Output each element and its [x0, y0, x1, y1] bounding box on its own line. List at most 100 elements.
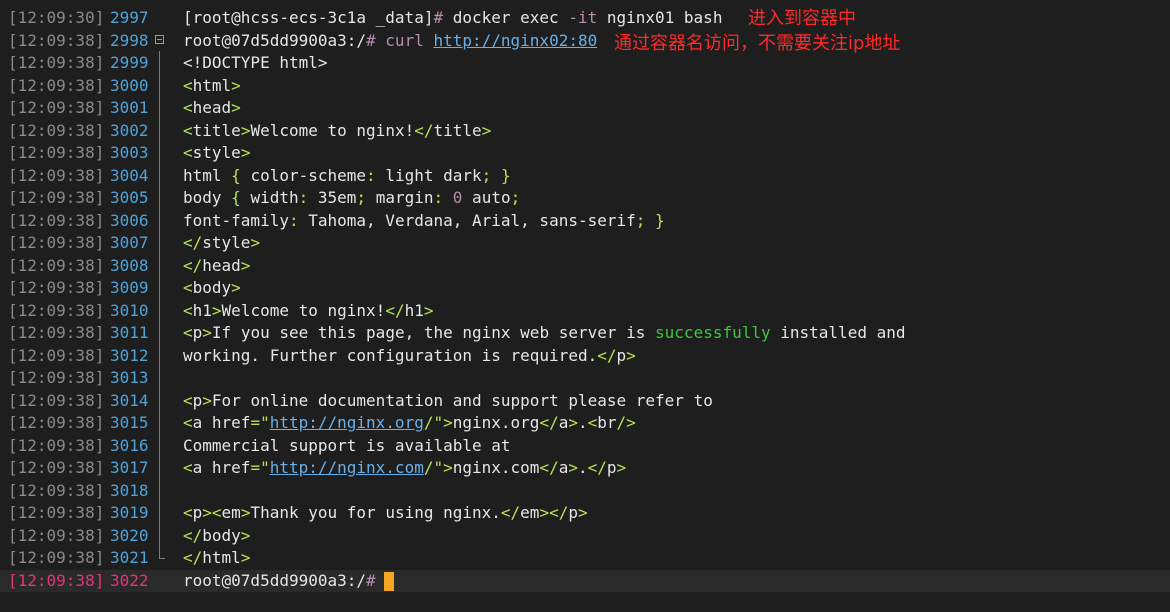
terminal-line: [12:09:38] 3006 font-family: Tahoma, Verda…	[0, 210, 1170, 233]
terminal-line: [12:09:38] 3011 <p>If you see this page, t…	[0, 322, 1170, 345]
text-segment: a	[558, 413, 569, 432]
text-segment: nginx.com	[452, 458, 540, 477]
line-timestamp: [12:09:38]	[8, 300, 105, 320]
terminal-line: [12:09:38] 3014 <p>For online documentatio…	[0, 390, 1170, 413]
terminal-line: [12:09:38] 3007 </style>	[0, 232, 1170, 255]
annotation-access-by-name: 通过容器名访问，不需要关注ip地址	[614, 33, 901, 54]
text-segment: {	[231, 188, 241, 207]
terminal-window[interactable]: [12:09:30] 2997 [root@hcss-ecs-3c1a _data]…	[0, 0, 1170, 612]
line-timestamp: [12:09:38]	[8, 503, 105, 522]
terminal-line: [12:09:38] 3015 <a href="http://nginx.org/…	[0, 412, 1170, 435]
text-segment: }	[655, 210, 665, 230]
text-segment: >	[240, 548, 251, 567]
text-segment: </	[183, 525, 203, 545]
collapse-icon[interactable]	[155, 34, 164, 44]
text-segment: 0	[452, 188, 463, 207]
text-segment: br	[597, 413, 617, 432]
url-link[interactable]: http://nginx.com	[270, 458, 424, 477]
text-segment: p	[192, 390, 203, 410]
text-segment: /"	[423, 413, 444, 432]
line-timestamp: [12:09:38]	[8, 435, 105, 455]
text-segment: ;	[356, 188, 367, 207]
line-number: 3021	[110, 548, 149, 567]
text-segment: h1	[192, 300, 212, 320]
text-segment: }	[500, 165, 511, 185]
terminal-line: [12:09:38] 3005 body { width: 35em; margin…	[0, 187, 1170, 210]
line-content: html { color-scheme: light dark; }	[183, 165, 511, 188]
text-segment: ;	[481, 165, 492, 185]
text-segment: </	[385, 300, 405, 320]
line-number: 3003	[110, 143, 149, 162]
line-number: 3018	[110, 480, 149, 500]
line-number: 3008	[110, 255, 149, 275]
line-number: 3005	[110, 188, 149, 207]
terminal-line: [12:09:38] 3010 <h1>Welcome to nginx!</h1>	[0, 300, 1170, 323]
line-content: </style>	[183, 232, 260, 255]
line-timestamp: [12:09:38]	[8, 413, 105, 432]
text-segment: head	[202, 255, 241, 275]
terminal-line: [12:09:38] 3013	[0, 367, 1170, 390]
line-timestamp: [12:09:38]	[8, 323, 105, 342]
text-segment: ;	[510, 188, 521, 207]
line-content: <a href="http://nginx.org/">nginx.org</a…	[183, 412, 636, 435]
line-timestamp: [12:09:38]	[8, 30, 105, 50]
text-segment: <	[183, 278, 193, 297]
text-segment: >	[231, 278, 241, 297]
text-segment: :	[288, 210, 299, 230]
text-segment: root@07d5dd9900a3:/	[183, 570, 367, 590]
text-segment: >	[231, 98, 241, 117]
text-segment: </	[587, 458, 607, 477]
line-content: <p><em>Thank you for using nginx.</em></…	[183, 502, 588, 525]
text-segment: [root@hcss-ecs-3c1a _data]	[183, 8, 434, 27]
terminal-line: [12:09:38] 3004 html { color-scheme: light…	[0, 165, 1170, 188]
text-segment: p	[606, 458, 617, 477]
line-timestamp: [12:09:38]	[8, 210, 105, 230]
line-content: </head>	[183, 255, 250, 278]
line-content: root@07d5dd9900a3:/# curl http://nginx02…	[183, 30, 597, 53]
terminal-line: [12:09:38] 3003 <style>	[0, 142, 1170, 165]
text-segment: font-family	[183, 210, 289, 230]
text-segment: >	[443, 413, 453, 432]
text-segment: margin	[366, 188, 434, 207]
line-timestamp: [12:09:38]	[8, 165, 105, 185]
line-number: 3022	[110, 570, 149, 590]
text-segment: >	[250, 233, 261, 252]
text-segment: If you see this page, the nginx web serv…	[211, 323, 656, 342]
text-segment: p	[568, 503, 578, 522]
line-number: 3017	[110, 458, 149, 477]
text-segment: docker exec	[452, 8, 569, 27]
line-content: <head>	[183, 97, 241, 120]
line-timestamp: [12:09:38]	[8, 143, 105, 162]
terminal-line: [12:09:38] 2998 root@07d5dd9900a3:/# curl …	[0, 30, 1170, 53]
text-segment: html	[183, 165, 232, 185]
text-segment: ="	[250, 413, 270, 432]
text-segment: For online documentation and support ple…	[211, 390, 713, 410]
url-link[interactable]: http://nginx.org	[270, 413, 424, 432]
line-number: 3012	[110, 345, 149, 365]
text-segment: </	[183, 548, 203, 567]
text-segment: html	[202, 548, 241, 567]
text-segment: #	[433, 8, 453, 27]
line-number: 2997	[110, 8, 149, 27]
text-segment: p	[192, 503, 203, 522]
url-link[interactable]: http://nginx02:80	[433, 31, 597, 50]
terminal-line: [12:09:38] 3012 working. Further configura…	[0, 345, 1170, 368]
text-segment: <	[587, 413, 598, 432]
text-segment: {	[231, 165, 241, 185]
text-segment: body	[192, 278, 232, 297]
line-timestamp: [12:09:38]	[8, 233, 105, 252]
text-segment: </	[183, 255, 203, 275]
text-segment: nginx01 bash	[597, 8, 723, 27]
text-segment: >	[240, 525, 251, 545]
text-segment: >	[202, 390, 212, 410]
line-number: 3020	[110, 525, 149, 545]
line-content: <body>	[183, 277, 241, 300]
line-number: 3010	[110, 300, 149, 320]
annotation-enter-container: 进入到容器中	[748, 8, 856, 29]
text-segment: # curl	[366, 30, 434, 50]
line-timestamp: [12:09:38]	[8, 570, 105, 590]
text-segment	[443, 188, 453, 207]
text-segment: a	[558, 458, 569, 477]
text-segment: .	[577, 413, 588, 432]
text-segment: <	[183, 300, 193, 320]
